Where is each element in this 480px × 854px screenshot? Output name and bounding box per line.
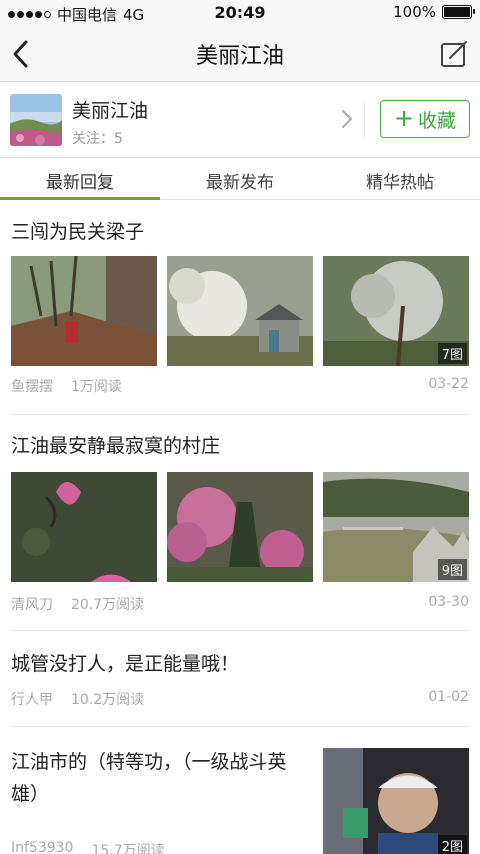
post-image[interactable]: 7图 [323, 256, 469, 366]
chevron-right-icon[interactable] [340, 108, 354, 130]
tab-latest-post[interactable]: 最新发布 [160, 158, 320, 199]
compose-icon[interactable] [440, 40, 468, 68]
divider [364, 102, 365, 138]
post-date: 03-30 [428, 594, 469, 610]
post-reads: 1万阅读 [71, 379, 122, 395]
post-author: Inf53930 [11, 840, 74, 854]
image-count-badge: 9图 [437, 559, 467, 580]
post-author: 清风刀 [11, 597, 53, 613]
post-item[interactable]: 江油市的（特等功，（一级战斗英雄） 2图 Inf53930 15.7万阅读 [0, 728, 480, 854]
post-reads: 15.7万阅读 [91, 843, 165, 854]
post-title: 江油市的（特等功，（一级战斗英雄） [11, 751, 287, 805]
post-item[interactable]: 江油最安静最寂寞的村庄 9图 清风刀 20.7万阅读 03-30 [0, 416, 480, 632]
post-image[interactable]: 9图 [323, 472, 469, 582]
post-author: 鱼摆摆 [11, 379, 53, 395]
divider [11, 726, 469, 727]
divider [11, 630, 469, 631]
image-count-badge: 2图 [437, 835, 467, 854]
forum-avatar [10, 94, 62, 146]
post-title: 城管没打人，是正能量哦！ [11, 653, 240, 675]
post-reads: 10.2万阅读 [71, 692, 145, 708]
battery-icon [442, 5, 475, 19]
post-reads: 20.7万阅读 [71, 597, 145, 613]
image-count-badge: 7图 [437, 343, 467, 364]
post-date: 01-02 [428, 689, 469, 705]
post-date: 03-22 [428, 376, 469, 392]
forum-name: 美丽江油 [72, 100, 149, 122]
battery-percent: 100% [393, 3, 436, 21]
page-title: 美丽江油 [195, 44, 284, 69]
navigation-bar: 美丽江油 [0, 26, 480, 82]
post-image[interactable] [167, 256, 313, 366]
forum-header[interactable]: 美丽江油 关注：5 + 收藏 [0, 82, 480, 158]
tab-latest-reply[interactable]: 最新回复 [0, 158, 160, 200]
forum-followers: 关注：5 [72, 131, 123, 147]
post-image[interactable] [11, 256, 157, 366]
tab-bar: 最新回复 最新发布 精华热帖 [0, 158, 480, 200]
post-author: 行人甲 [11, 692, 53, 708]
post-title: 三闯为民关梁子 [11, 221, 145, 243]
plus-icon: + [393, 104, 415, 132]
collect-button[interactable]: + 收藏 [380, 100, 470, 138]
collect-label: 收藏 [418, 109, 457, 132]
post-image[interactable] [11, 472, 157, 582]
status-bar: 中国电信 4G 20:49 100% [0, 0, 480, 26]
post-item[interactable]: 三闯为民关梁子 7图 鱼摆摆 1万阅读 03-22 [0, 200, 480, 416]
tab-featured[interactable]: 精华热帖 [320, 158, 480, 199]
post-item[interactable]: 城管没打人，是正能量哦！ 行人甲 10.2万阅读 01-02 [0, 632, 480, 728]
post-title: 江油最安静最寂寞的村庄 [11, 435, 221, 457]
post-image[interactable] [167, 472, 313, 582]
divider [11, 414, 469, 415]
post-image[interactable]: 2图 [323, 748, 469, 854]
